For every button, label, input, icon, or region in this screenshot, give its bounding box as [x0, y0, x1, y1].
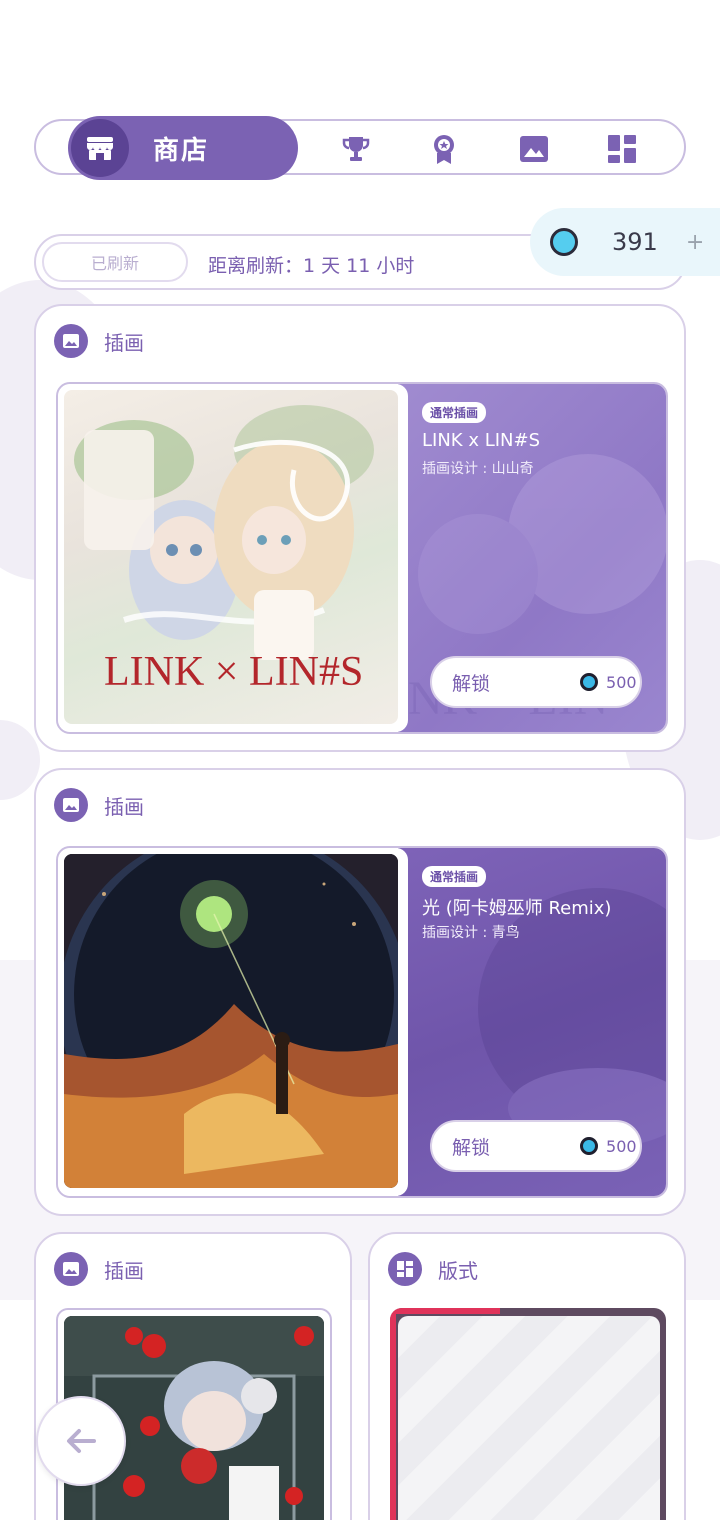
item-designer: 插画设计 : 山山奇 — [422, 461, 534, 477]
item-title: 光 (阿卡姆巫师 Remix) — [422, 898, 612, 919]
image-icon — [54, 788, 88, 822]
illustration-thumbnail — [64, 854, 398, 1188]
unlock-button[interactable]: 解锁 500 — [430, 656, 642, 708]
coin-icon — [580, 673, 599, 691]
store-icon — [71, 119, 129, 177]
card-category: 插画 — [104, 1258, 144, 1283]
illustration-item[interactable]: NK × LIN 通常插画 LINK x LIN#S 插画设计 : 山山奇 解锁… — [56, 382, 668, 734]
item-designer: 插画设计 : 青鸟 — [422, 925, 520, 941]
category-badge: 通常插画 — [422, 402, 487, 423]
item-title: LINK x LIN#S — [422, 430, 541, 451]
shop-card: 插画 NK × LIN 通常插画 LINK x LIN#S 插画设计 : 山山奇… — [34, 304, 686, 752]
unlock-label: 解锁 — [452, 672, 491, 695]
image-icon — [54, 1252, 88, 1286]
card-category: 版式 — [438, 1258, 478, 1283]
refresh-status-badge[interactable]: 已刷新 — [42, 242, 188, 282]
shop-card: 版式 — [368, 1232, 686, 1520]
coin-icon — [580, 1137, 599, 1155]
unlock-price: 500 — [606, 1136, 637, 1156]
card-category: 插画 — [104, 330, 144, 355]
coin-icon — [550, 228, 578, 256]
unlock-price: 500 — [606, 672, 637, 692]
layout-item[interactable] — [390, 1308, 666, 1520]
illustration-thumbnail: LINK × LIN#S — [64, 390, 398, 724]
dashboard-icon — [388, 1252, 422, 1286]
unlock-label: 解锁 — [452, 1136, 491, 1159]
arrow-left-icon — [67, 1429, 96, 1453]
medal-icon[interactable] — [428, 133, 460, 165]
unlock-button[interactable]: 解锁 500 — [430, 1120, 642, 1172]
tab-shop[interactable]: 商店 — [68, 116, 298, 180]
category-badge: 通常插画 — [422, 866, 487, 887]
tab-shop-label: 商店 — [153, 135, 210, 166]
card-category: 插画 — [104, 794, 144, 819]
currency-display: 391 + — [530, 208, 720, 276]
illustration-item[interactable]: 通常插画 光 (阿卡姆巫师 Remix) 插画设计 : 青鸟 解锁 500 — [56, 846, 668, 1198]
shop-card: 插画 通常插画 光 (阿卡姆巫师 Remix) 插画设计 : 青鸟 解锁 500 — [34, 768, 686, 1216]
back-button[interactable] — [36, 1396, 126, 1486]
artwork-text: LINK × LIN#S — [104, 649, 363, 695]
refresh-countdown: 距离刷新：1 天 11 小时 — [208, 255, 415, 277]
image-icon[interactable] — [518, 133, 550, 165]
add-currency-button[interactable]: + — [686, 230, 704, 255]
top-nav: 商店 — [34, 116, 686, 180]
image-icon — [54, 324, 88, 358]
layout-preview — [398, 1316, 660, 1520]
currency-amount: 391 — [612, 228, 658, 256]
trophy-icon[interactable] — [340, 133, 372, 165]
dashboard-icon[interactable] — [606, 133, 638, 165]
